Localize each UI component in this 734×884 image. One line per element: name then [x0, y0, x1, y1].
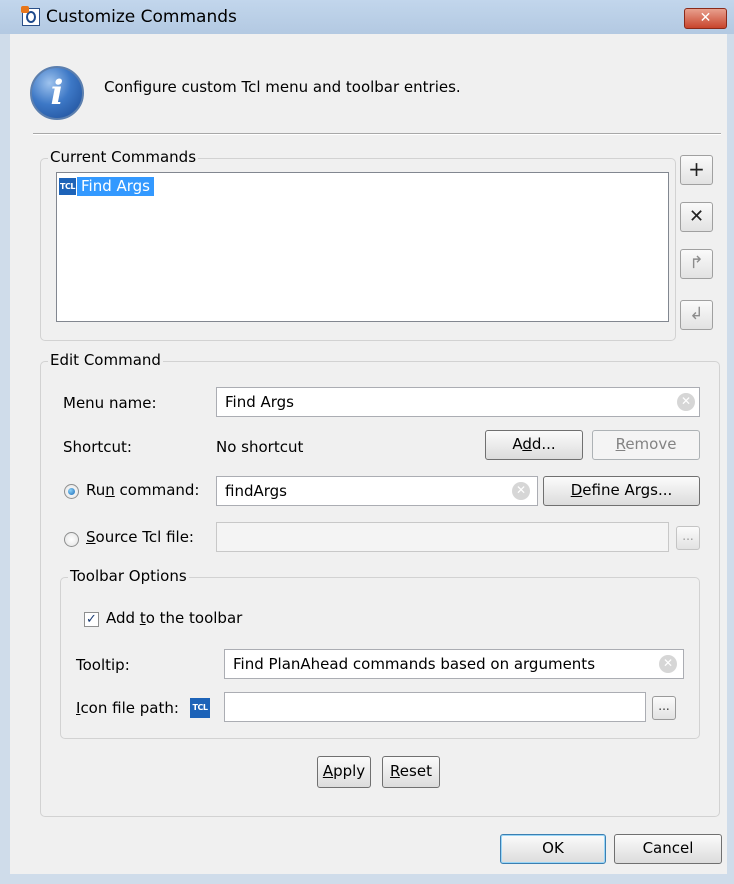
clear-tooltip-icon[interactable]: ✕: [659, 655, 677, 673]
add-to-toolbar-label[interactable]: Add to the toolbar: [106, 609, 242, 627]
close-button[interactable]: ✕: [684, 8, 727, 29]
ok-button[interactable]: OK: [500, 834, 606, 864]
shortcut-value: No shortcut: [216, 438, 304, 456]
clear-menu-name-icon[interactable]: ✕: [677, 393, 695, 411]
list-item-label: Find Args: [77, 177, 155, 196]
edit-command-label: Edit Command: [48, 351, 163, 369]
run-command-radio[interactable]: [64, 484, 79, 499]
add-to-toolbar-checkbox[interactable]: ✓: [84, 612, 99, 627]
move-down-button[interactable]: ↲: [680, 300, 713, 330]
clear-run-command-icon[interactable]: ✕: [512, 482, 530, 500]
reset-button[interactable]: Reset: [382, 756, 440, 788]
run-command-field[interactable]: findArgs: [216, 476, 538, 506]
source-tcl-file-label[interactable]: Source Tcl file:: [86, 528, 194, 546]
apply-button[interactable]: Apply: [317, 756, 371, 788]
icon-path-browse-button[interactable]: ...: [652, 696, 676, 720]
run-command-label[interactable]: Run command:: [86, 481, 199, 499]
title-bar: Customize Commands ✕: [0, 0, 734, 34]
remove-command-button[interactable]: ✕: [680, 202, 713, 232]
cancel-button[interactable]: Cancel: [614, 834, 722, 864]
add-shortcut-button[interactable]: Add...: [485, 430, 583, 460]
current-commands-label: Current Commands: [48, 148, 199, 166]
source-tcl-file-field[interactable]: [216, 522, 669, 552]
header-description: Configure custom Tcl menu and toolbar en…: [104, 78, 461, 96]
app-icon: [21, 6, 40, 26]
tcl-file-icon: TCL: [59, 178, 76, 195]
remove-shortcut-button[interactable]: Remove: [592, 430, 700, 460]
menu-name-label: Menu name:: [63, 394, 157, 412]
icon-file-path-field[interactable]: [224, 692, 646, 722]
header-divider: [33, 133, 721, 135]
toolbar-options-label: Toolbar Options: [68, 567, 189, 585]
menu-name-field[interactable]: Find Args: [216, 387, 700, 417]
move-up-button[interactable]: ↱: [680, 249, 713, 279]
list-item[interactable]: TCL Find Args: [59, 177, 155, 196]
add-command-button[interactable]: +: [680, 155, 713, 185]
info-icon: i: [30, 66, 84, 120]
tooltip-value: Find PlanAhead commands based on argumen…: [233, 655, 596, 673]
icon-file-path-label: Icon file path:: [76, 699, 179, 717]
run-command-value: findArgs: [225, 482, 287, 500]
toolbar-tcl-icon: TCL: [190, 698, 210, 718]
tooltip-field[interactable]: Find PlanAhead commands based on argumen…: [224, 649, 684, 679]
define-args-button[interactable]: Define Args...: [543, 476, 700, 506]
menu-name-value: Find Args: [225, 393, 295, 411]
shortcut-label: Shortcut:: [63, 438, 132, 456]
source-tcl-file-radio[interactable]: [64, 532, 79, 547]
source-file-browse-button[interactable]: ...: [676, 526, 700, 550]
commands-list[interactable]: TCL Find Args: [56, 172, 669, 322]
tooltip-label: Tooltip:: [76, 656, 130, 674]
window-title: Customize Commands: [46, 7, 237, 27]
